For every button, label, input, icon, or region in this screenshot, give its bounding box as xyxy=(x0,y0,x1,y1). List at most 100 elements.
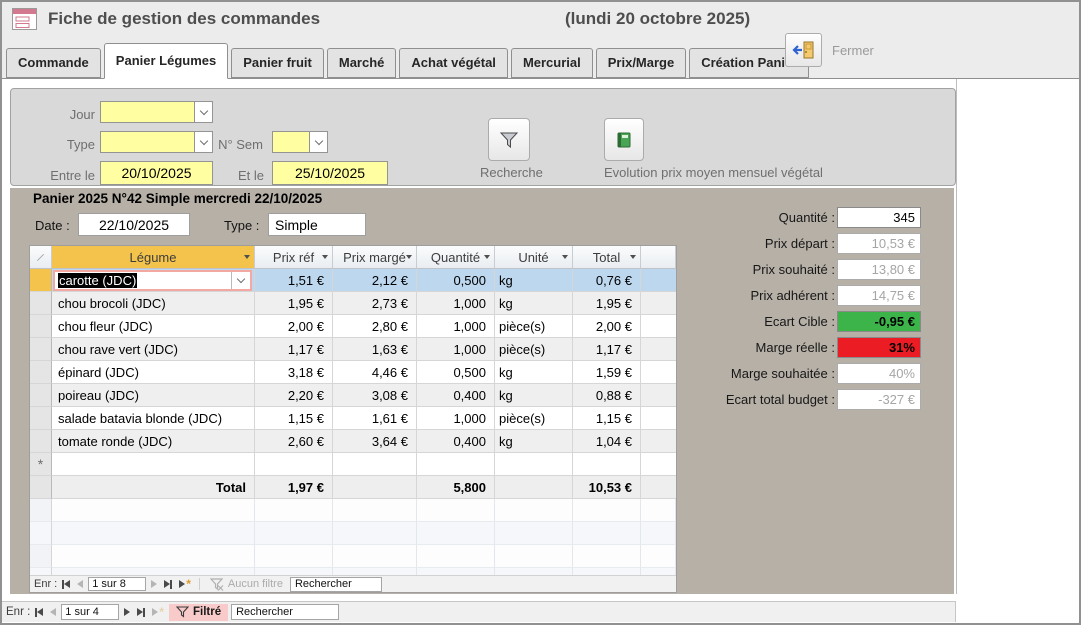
prix-ref-cell[interactable]: 3,18 € xyxy=(255,361,333,384)
record-position-box[interactable]: 1 sur 8 xyxy=(88,577,146,591)
select-all-corner[interactable] xyxy=(30,246,52,269)
record-position-box[interactable]: 1 sur 4 xyxy=(61,604,119,620)
tab-mercurial[interactable]: Mercurial xyxy=(511,48,593,78)
legume-cell[interactable] xyxy=(52,453,255,476)
tab-achat-vegetal[interactable]: Achat végétal xyxy=(399,48,508,78)
total-cell[interactable] xyxy=(573,453,641,476)
column-dropdown-icon[interactable] xyxy=(244,255,250,259)
column-header-quantite[interactable]: Quantité xyxy=(417,246,495,269)
row-selector[interactable] xyxy=(30,338,52,361)
tab-marche[interactable]: Marché xyxy=(327,48,397,78)
subform-search-box[interactable] xyxy=(290,577,382,592)
prix-marge-cell[interactable]: 2,12 € xyxy=(333,269,417,292)
filtered-toggle[interactable]: Filtré xyxy=(169,604,228,621)
unite-cell[interactable]: pièce(s) xyxy=(495,338,573,361)
prix-marge-cell[interactable]: 3,08 € xyxy=(333,384,417,407)
column-dropdown-icon[interactable] xyxy=(630,255,636,259)
column-header-prix-marge[interactable]: Prix margé xyxy=(333,246,417,269)
table-row[interactable]: chou brocoli (JDC) 1,95 € 2,73 € 1,000 k… xyxy=(30,292,676,315)
tab-panier-fruit[interactable]: Panier fruit xyxy=(231,48,324,78)
prix-marge-cell[interactable]: 2,80 € xyxy=(333,315,417,338)
column-dropdown-icon[interactable] xyxy=(562,255,568,259)
column-dropdown-icon[interactable] xyxy=(322,255,328,259)
quantite-cell[interactable]: 0,500 xyxy=(417,361,495,384)
next-record-button[interactable] xyxy=(149,580,159,588)
new-record-selector[interactable]: * xyxy=(30,453,52,476)
form-search-box[interactable] xyxy=(231,604,339,620)
total-cell[interactable]: 1,04 € xyxy=(573,430,641,453)
legume-combobox[interactable]: carotte (JDC) xyxy=(53,270,252,291)
semaine-combobox[interactable] xyxy=(272,131,328,153)
first-record-button[interactable] xyxy=(60,580,72,589)
date-to-field[interactable] xyxy=(272,161,388,185)
table-row[interactable]: chou fleur (JDC) 2,00 € 2,80 € 1,000 piè… xyxy=(30,315,676,338)
unite-cell[interactable]: kg xyxy=(495,269,573,292)
date-from-field[interactable] xyxy=(100,161,213,185)
quantite-cell[interactable]: 0,500 xyxy=(417,269,495,292)
table-row[interactable]: chou rave vert (JDC) 1,17 € 1,63 € 1,000… xyxy=(30,338,676,361)
total-cell[interactable]: 1,59 € xyxy=(573,361,641,384)
total-cell[interactable]: 2,00 € xyxy=(573,315,641,338)
total-cell[interactable]: 0,76 € xyxy=(573,269,641,292)
prix-marge-cell[interactable]: 2,73 € xyxy=(333,292,417,315)
search-button[interactable] xyxy=(488,118,530,161)
row-selector[interactable] xyxy=(30,361,52,384)
quantite-cell[interactable]: 1,000 xyxy=(417,292,495,315)
quantite-cell[interactable]: 0,400 xyxy=(417,430,495,453)
unite-cell[interactable]: kg xyxy=(495,292,573,315)
previous-record-button[interactable] xyxy=(48,608,58,616)
panier-date-field[interactable]: 22/10/2025 xyxy=(78,213,190,236)
unite-cell[interactable]: pièce(s) xyxy=(495,407,573,430)
prix-ref-cell[interactable]: 1,95 € xyxy=(255,292,333,315)
column-header-legume[interactable]: Légume xyxy=(52,246,255,269)
column-header-prix-ref[interactable]: Prix réf xyxy=(255,246,333,269)
prix-ref-cell[interactable]: 1,15 € xyxy=(255,407,333,430)
last-record-button[interactable] xyxy=(135,608,147,617)
column-dropdown-icon[interactable] xyxy=(484,255,490,259)
table-row[interactable]: salade batavia blonde (JDC) 1,15 € 1,61 … xyxy=(30,407,676,430)
next-record-button[interactable] xyxy=(122,608,132,616)
row-selector[interactable] xyxy=(30,292,52,315)
quantite-cell[interactable]: 1,000 xyxy=(417,338,495,361)
prix-ref-cell[interactable] xyxy=(255,453,333,476)
column-header-total[interactable]: Total xyxy=(573,246,641,269)
legume-cell[interactable]: tomate ronde (JDC) xyxy=(52,430,255,453)
evolution-button[interactable] xyxy=(604,118,644,161)
tab-commande[interactable]: Commande xyxy=(6,48,101,78)
quantite-cell[interactable]: 1,000 xyxy=(417,407,495,430)
unite-cell[interactable]: kg xyxy=(495,430,573,453)
tab-prix-marge[interactable]: Prix/Marge xyxy=(596,48,686,78)
quantite-cell[interactable]: 0,400 xyxy=(417,384,495,407)
prix-ref-cell[interactable]: 2,60 € xyxy=(255,430,333,453)
last-record-button[interactable] xyxy=(162,580,174,589)
legume-cell[interactable]: salade batavia blonde (JDC) xyxy=(52,407,255,430)
unite-cell[interactable]: kg xyxy=(495,384,573,407)
legume-cell[interactable]: chou fleur (JDC) xyxy=(52,315,255,338)
no-filter-toggle[interactable]: Aucun filtre xyxy=(206,578,287,591)
row-selector[interactable] xyxy=(30,430,52,453)
total-cell[interactable]: 1,15 € xyxy=(573,407,641,430)
prix-ref-cell[interactable]: 2,00 € xyxy=(255,315,333,338)
unite-cell[interactable]: kg xyxy=(495,361,573,384)
row-selector-current[interactable] xyxy=(30,269,52,292)
quantite-cell[interactable]: 1,000 xyxy=(417,315,495,338)
type-combobox[interactable] xyxy=(100,131,213,153)
close-form-button[interactable] xyxy=(785,33,822,67)
prix-ref-cell[interactable]: 1,51 € xyxy=(255,269,333,292)
prix-marge-cell[interactable]: 4,46 € xyxy=(333,361,417,384)
jour-combobox[interactable] xyxy=(100,101,213,123)
panier-type-field[interactable]: Simple xyxy=(268,213,366,236)
prix-marge-cell[interactable]: 1,63 € xyxy=(333,338,417,361)
prix-ref-cell[interactable]: 1,17 € xyxy=(255,338,333,361)
prix-ref-cell[interactable]: 2,20 € xyxy=(255,384,333,407)
legume-cell[interactable]: épinard (JDC) xyxy=(52,361,255,384)
new-record-button[interactable]: * xyxy=(177,580,193,588)
total-cell[interactable]: 1,95 € xyxy=(573,292,641,315)
chevron-down-icon[interactable] xyxy=(231,272,249,289)
legume-cell[interactable]: chou brocoli (JDC) xyxy=(52,292,255,315)
quantite-cell[interactable] xyxy=(417,453,495,476)
total-cell[interactable]: 0,88 € xyxy=(573,384,641,407)
row-selector[interactable] xyxy=(30,384,52,407)
new-record-button[interactable]: * xyxy=(150,608,166,616)
prix-marge-cell[interactable]: 3,64 € xyxy=(333,430,417,453)
